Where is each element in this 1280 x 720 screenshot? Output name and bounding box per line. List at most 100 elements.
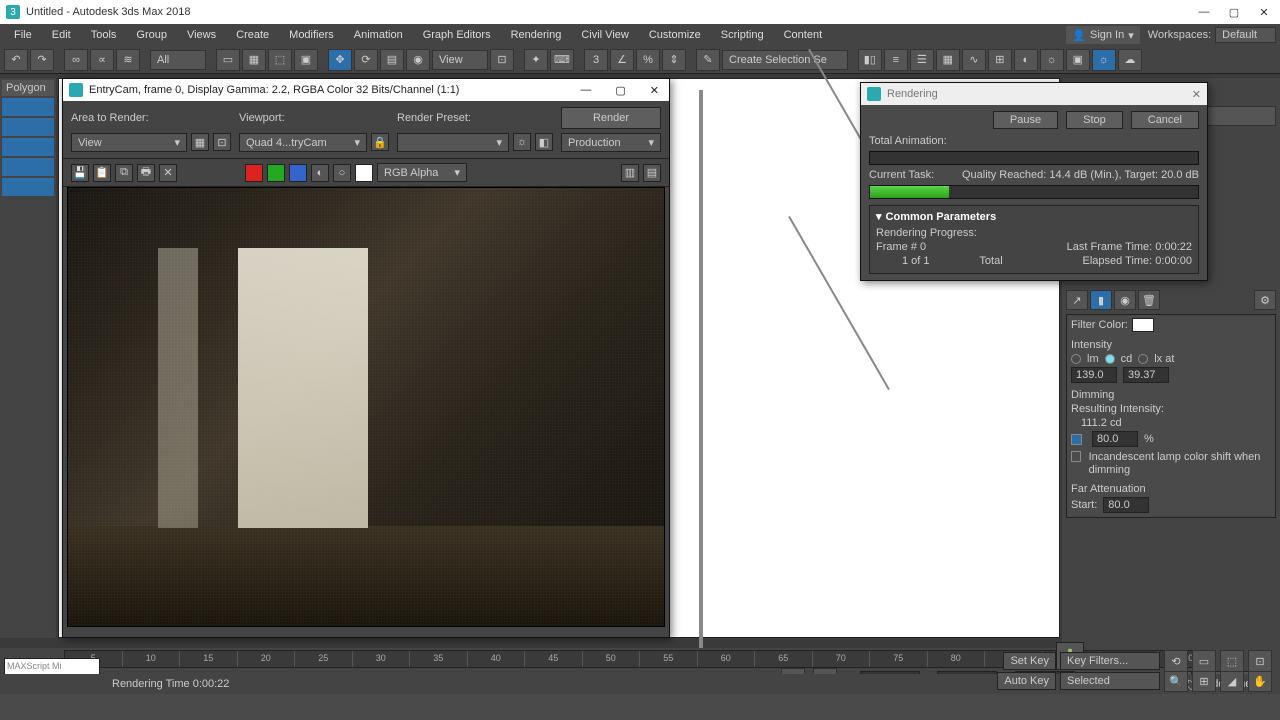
manipulate-button[interactable]: ✦ <box>524 49 548 71</box>
signin-dropdown[interactable]: 👤 Sign In ▾ <box>1066 26 1139 44</box>
dimming-value[interactable]: 80.0 <box>1092 431 1138 447</box>
scale-button[interactable]: ▤ <box>380 49 404 71</box>
menu-customize[interactable]: Customize <box>639 27 711 43</box>
light-distribution-icon[interactable]: ◉ <box>1114 290 1136 310</box>
maximize-button[interactable]: ▢ <box>1228 6 1240 19</box>
area-edit-icon[interactable]: ▦ <box>191 133 209 151</box>
render-a360-button[interactable]: ☁ <box>1118 49 1142 71</box>
toggle-ribbon-button[interactable]: ▦ <box>936 49 960 71</box>
nav-zoom-all-icon[interactable]: ⊞ <box>1192 670 1216 692</box>
rfw-close-button[interactable]: ✕ <box>650 84 659 97</box>
lm-radio[interactable] <box>1071 354 1081 364</box>
filter-color-swatch[interactable] <box>1132 318 1154 332</box>
compare-b-icon[interactable]: ▤ <box>643 164 661 182</box>
rprog-close-button[interactable]: ✕ <box>1192 88 1201 101</box>
redo-button[interactable]: ↷ <box>30 49 54 71</box>
edit-named-sel-button[interactable]: ✎ <box>696 49 720 71</box>
move-button[interactable]: ✥ <box>328 49 352 71</box>
menu-tools[interactable]: Tools <box>81 27 127 43</box>
copy-image-icon[interactable]: 📋 <box>93 164 111 182</box>
autokey-button[interactable]: Auto Key <box>997 672 1056 690</box>
menu-file[interactable]: File <box>4 27 42 43</box>
alpha-channel-icon[interactable]: ◐ <box>311 164 329 182</box>
render-action-button[interactable]: Render <box>561 107 661 129</box>
snap-percent-button[interactable]: % <box>636 49 660 71</box>
select-name-button[interactable]: ▦ <box>242 49 266 71</box>
unlink-button[interactable]: ∝ <box>90 49 114 71</box>
chevron-down-icon[interactable]: ▾ <box>876 210 882 223</box>
undo-button[interactable]: ↶ <box>4 49 28 71</box>
snap-angle-button[interactable]: ∠ <box>610 49 634 71</box>
render-frame-button[interactable]: ▣ <box>1066 49 1090 71</box>
dimming-checkbox[interactable] <box>1071 434 1082 445</box>
print-icon[interactable]: 🖶 <box>137 164 155 182</box>
align-button[interactable]: ≡ <box>884 49 908 71</box>
layer-explorer-button[interactable]: ☰ <box>910 49 934 71</box>
nav-fov-icon[interactable]: ◢ <box>1220 670 1244 692</box>
menu-graph-editors[interactable]: Graph Editors <box>413 27 501 43</box>
ribbon-item[interactable] <box>2 118 54 136</box>
render-button[interactable]: ☼ <box>1092 49 1116 71</box>
link-button[interactable]: ∞ <box>64 49 88 71</box>
menu-group[interactable]: Group <box>126 27 177 43</box>
area-auto-icon[interactable]: ⊡ <box>213 133 231 151</box>
blue-channel-icon[interactable] <box>289 164 307 182</box>
bg-swatch-icon[interactable] <box>355 164 373 182</box>
polygon-tab[interactable]: Polygon <box>2 80 54 96</box>
config-icon[interactable]: ⚙ <box>1254 290 1276 310</box>
save-image-icon[interactable]: 💾 <box>71 164 89 182</box>
rfw-maximize-button[interactable]: ▢ <box>615 84 625 97</box>
minimize-button[interactable]: — <box>1198 6 1210 19</box>
menu-scripting[interactable]: Scripting <box>711 27 774 43</box>
area-render-dropdown[interactable]: View▾ <box>71 133 187 152</box>
clone-window-icon[interactable]: ⧉ <box>115 164 133 182</box>
snap-3d-button[interactable]: 3 <box>584 49 608 71</box>
menu-civil-view[interactable]: Civil View <box>571 27 638 43</box>
menu-rendering[interactable]: Rendering <box>501 27 572 43</box>
preset-dropdown[interactable]: ▾ <box>397 133 509 152</box>
named-selection-dropdown[interactable]: Create Selection Se <box>722 50 848 70</box>
cd-radio[interactable] <box>1105 354 1115 364</box>
nav-orbit-icon[interactable]: ⟲ <box>1164 650 1188 672</box>
close-button[interactable]: ✕ <box>1258 6 1270 19</box>
compare-a-icon[interactable]: ▥ <box>621 164 639 182</box>
ribbon-item[interactable] <box>2 178 54 196</box>
keyfilters-button[interactable]: Key Filters... <box>1060 652 1160 670</box>
incandescent-checkbox[interactable] <box>1071 451 1081 462</box>
render-setup-button[interactable]: ☼ <box>1040 49 1064 71</box>
menu-views[interactable]: Views <box>177 27 226 43</box>
ribbon-item[interactable] <box>2 138 54 156</box>
intensity-value-2[interactable]: 39.37 <box>1123 367 1169 383</box>
curve-editor-button[interactable]: ∿ <box>962 49 986 71</box>
green-channel-icon[interactable] <box>267 164 285 182</box>
cancel-button[interactable]: Cancel <box>1131 111 1199 129</box>
setkey-button[interactable]: Set Key <box>1003 652 1056 670</box>
delete-icon[interactable]: 🗑 <box>1138 290 1160 310</box>
clear-icon[interactable]: ✕ <box>159 164 177 182</box>
menu-edit[interactable]: Edit <box>42 27 81 43</box>
stop-button[interactable]: Stop <box>1066 111 1123 129</box>
ribbon-item[interactable] <box>2 98 54 116</box>
menu-content[interactable]: Content <box>774 27 833 43</box>
rfw-minimize-button[interactable]: — <box>580 84 591 96</box>
ribbon-item[interactable] <box>2 158 54 176</box>
select-rect-button[interactable]: ⬚ <box>268 49 292 71</box>
lxat-radio[interactable] <box>1138 354 1148 364</box>
render-setup-icon[interactable]: ☼ <box>513 133 531 151</box>
pause-button[interactable]: Pause <box>993 111 1058 129</box>
menu-animation[interactable]: Animation <box>344 27 413 43</box>
mirror-button[interactable]: ▮▯ <box>858 49 882 71</box>
nav-max-icon[interactable]: ⊡ <box>1248 650 1272 672</box>
selection-filter-dropdown[interactable]: All <box>150 50 206 70</box>
rotate-button[interactable]: ⟳ <box>354 49 378 71</box>
nav-pan-icon[interactable]: ✋ <box>1248 670 1272 692</box>
window-crossing-button[interactable]: ▣ <box>294 49 318 71</box>
nav-zoom-ext-icon[interactable]: ▭ <box>1192 650 1216 672</box>
workspaces-dropdown[interactable]: Default <box>1215 27 1276 43</box>
red-channel-icon[interactable] <box>245 164 263 182</box>
pivot-button[interactable]: ⊡ <box>490 49 514 71</box>
bind-spacewarp-button[interactable]: ≋ <box>116 49 140 71</box>
mono-channel-icon[interactable]: ○ <box>333 164 351 182</box>
environment-icon[interactable]: ◧ <box>535 133 553 151</box>
eyedropper-icon[interactable]: ↗ <box>1066 290 1088 310</box>
